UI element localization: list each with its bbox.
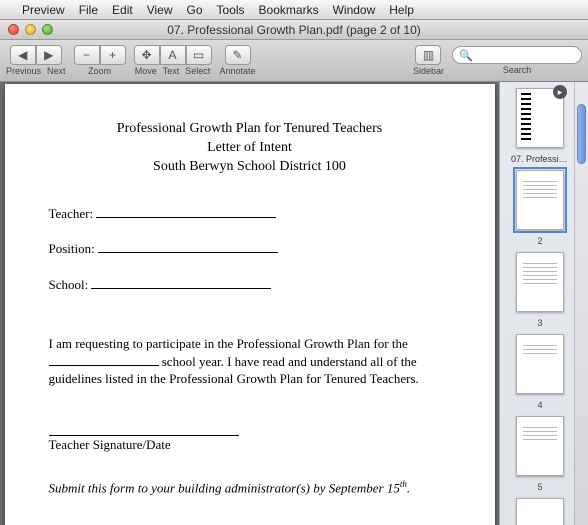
pdf-page: Professional Growth Plan for Tenured Tea… bbox=[5, 84, 495, 525]
signature-label: Teacher Signature/Date bbox=[49, 436, 451, 454]
menu-file[interactable]: File bbox=[79, 3, 98, 17]
sidebar-label: Sidebar bbox=[413, 66, 444, 76]
thumbnail-2[interactable] bbox=[516, 170, 564, 230]
thumbnail-6[interactable] bbox=[516, 498, 564, 525]
menu-edit[interactable]: Edit bbox=[112, 3, 133, 17]
zoom-button[interactable] bbox=[42, 24, 53, 35]
select-icon: ▭ bbox=[193, 48, 204, 62]
thumbnail-3[interactable] bbox=[516, 252, 564, 312]
content-area: Professional Growth Plan for Tenured Tea… bbox=[0, 82, 588, 525]
annotate-button[interactable]: ✎ bbox=[225, 45, 251, 65]
previous-label: Previous bbox=[6, 66, 41, 76]
search-input[interactable]: 🔍 bbox=[452, 46, 582, 64]
field-school: School: bbox=[49, 276, 451, 294]
text-label: Text bbox=[163, 66, 180, 76]
sidebar-toggle-button[interactable]: ▥ bbox=[415, 45, 441, 65]
zoom-in-button[interactable]: + bbox=[100, 45, 126, 65]
arrow-right-icon: ▶ bbox=[44, 48, 53, 62]
next-page-button[interactable]: ▶ bbox=[36, 45, 62, 65]
zoom-label: Zoom bbox=[88, 66, 111, 76]
menu-view[interactable]: View bbox=[147, 3, 173, 17]
thumb-num-5: 5 bbox=[537, 482, 542, 492]
annotate-icon: ✎ bbox=[233, 48, 243, 62]
body-paragraph: I am requesting to participate in the Pr… bbox=[49, 335, 451, 388]
next-label: Next bbox=[47, 66, 66, 76]
arrow-left-icon: ◀ bbox=[18, 48, 27, 62]
close-button[interactable] bbox=[8, 24, 19, 35]
menu-help[interactable]: Help bbox=[389, 3, 414, 17]
search-label: Search bbox=[503, 65, 532, 75]
document-pane[interactable]: Professional Growth Plan for Tenured Tea… bbox=[0, 82, 499, 525]
select-tool-button[interactable]: ▭ bbox=[186, 45, 212, 65]
minimize-button[interactable] bbox=[25, 24, 36, 35]
move-tool-button[interactable]: ✥ bbox=[134, 45, 160, 65]
doc-heading-2: Letter of Intent bbox=[49, 139, 451, 158]
move-label: Move bbox=[135, 66, 157, 76]
scrollbar-thumb[interactable] bbox=[577, 104, 586, 164]
move-icon: ✥ bbox=[142, 48, 152, 62]
thumbnail-filename: 07. Professional… bbox=[511, 154, 569, 164]
thumbnail-1[interactable]: ▸ bbox=[516, 88, 564, 148]
zoom-out-button[interactable]: − bbox=[74, 45, 100, 65]
thumbnail-5[interactable] bbox=[516, 416, 564, 476]
previous-page-button[interactable]: ◀ bbox=[10, 45, 36, 65]
menubar: Preview File Edit View Go Tools Bookmark… bbox=[0, 0, 588, 20]
submit-instruction: Submit this form to your building admini… bbox=[49, 478, 451, 497]
sidebar-icon: ▥ bbox=[423, 48, 434, 62]
window-titlebar: 07. Professional Growth Plan.pdf (page 2… bbox=[0, 20, 588, 40]
thumb-num-2: 2 bbox=[537, 236, 542, 246]
thumbnail-4[interactable] bbox=[516, 334, 564, 394]
field-teacher: Teacher: bbox=[49, 205, 451, 223]
menu-preview[interactable]: Preview bbox=[22, 3, 65, 17]
text-icon: A bbox=[169, 48, 177, 62]
plus-icon: + bbox=[109, 48, 116, 62]
signature-line bbox=[49, 422, 239, 436]
thumbnail-sidebar: ▸ 07. Professional… 2 3 4 5 6 bbox=[499, 82, 588, 525]
menu-tools[interactable]: Tools bbox=[217, 3, 245, 17]
doc-heading-3: South Berwyn School District 100 bbox=[49, 158, 451, 177]
menu-go[interactable]: Go bbox=[187, 3, 203, 17]
search-icon: 🔍 bbox=[459, 49, 473, 62]
menu-bookmarks[interactable]: Bookmarks bbox=[259, 3, 319, 17]
toolbar: ◀ ▶ Previous Next − + Zoom ✥ A ▭ Move Text… bbox=[0, 40, 588, 82]
select-label: Select bbox=[185, 66, 210, 76]
thumb-num-3: 3 bbox=[537, 318, 542, 328]
minus-icon: − bbox=[83, 48, 90, 62]
field-position: Position: bbox=[49, 240, 451, 258]
thumb-num-4: 4 bbox=[537, 400, 542, 410]
window-title: 07. Professional Growth Plan.pdf (page 2… bbox=[0, 23, 588, 37]
menu-window[interactable]: Window bbox=[333, 3, 376, 17]
annotate-label: Annotate bbox=[220, 66, 256, 76]
text-tool-button[interactable]: A bbox=[160, 45, 186, 65]
thumbnail-scrollbar[interactable] bbox=[574, 82, 588, 525]
doc-heading-1: Professional Growth Plan for Tenured Tea… bbox=[49, 120, 451, 139]
expand-icon[interactable]: ▸ bbox=[553, 85, 567, 99]
